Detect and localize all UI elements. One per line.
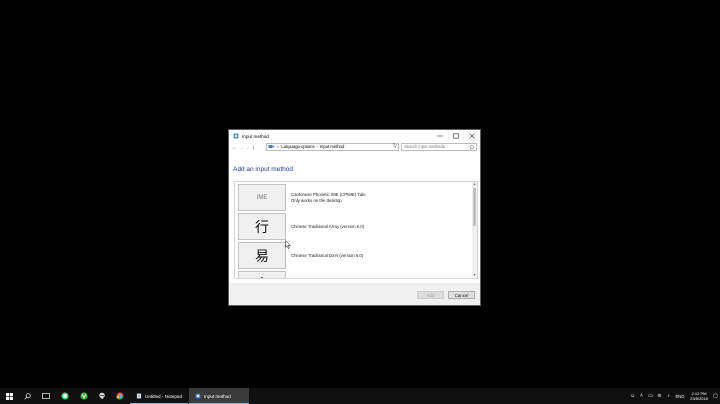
list-item[interactable]: 行 Chinese Traditional Array (version 6.0… [238,213,468,240]
up-button[interactable]: ↑ [250,144,257,151]
search-button[interactable] [18,388,36,404]
search-box[interactable] [401,143,477,151]
address-bar: ← → ⌄ ↑ « Language options › Input metho… [229,142,480,153]
taskbar-app-input-method[interactable]: Input method [189,388,249,404]
chevron-up-icon[interactable]: ˄ [637,388,646,404]
notification-icon[interactable]: ▢ [711,388,720,404]
ime-tile: IME [238,184,286,211]
control-panel-icon [195,393,201,399]
start-button[interactable] [0,388,18,404]
app-button[interactable] [93,388,111,404]
list-item[interactable]: 人 [238,271,468,278]
scroll-up-button[interactable]: ▲ [472,182,477,187]
taskbar: Untitled - Notepad Input method ☺ ˄ ▭ ≋ … [0,388,720,404]
input-method-list: IME Cantonese Phonetic IME (CPIME) Yale … [234,181,478,279]
breadcrumb-input-method[interactable]: Input method [320,144,344,149]
item-note: Only works on the desktop [291,197,342,203]
dayi-tile: 易 [238,242,286,269]
search-icon[interactable] [469,145,474,150]
refresh-button[interactable]: ↻ [391,143,399,149]
close-icon [469,133,475,139]
array-tile: 行 [238,213,286,240]
breadcrumb-language-options[interactable]: Language options [281,144,314,149]
list-item[interactable]: IME Cantonese Phonetic IME (CPIME) Yale … [238,184,468,211]
control-panel-icon [233,133,239,139]
window-title: Input method [242,133,269,139]
whatsapp-button[interactable] [56,388,74,404]
whatsapp-icon [61,392,69,400]
breadcrumb-separator: › [316,144,318,150]
language-indicator[interactable]: ENG [673,388,687,404]
dialog-footer: Add Cancel [229,283,480,305]
search-input[interactable] [404,144,464,150]
volume-icon[interactable]: ♪ [664,388,673,404]
scrollbar[interactable]: ▲ ▼ [472,182,477,278]
close-button[interactable] [464,130,480,142]
people-icon[interactable]: ☺ [628,388,637,404]
network-icon[interactable]: ≋ [655,388,664,404]
title-bar[interactable]: Input method [229,130,480,142]
taskbar-app-label: Untitled - Notepad [145,393,183,399]
list-item[interactable]: 易 Chinese Traditional DaYi (version 6.0) [238,242,468,269]
forward-button[interactable]: → [238,144,245,151]
minimize-button[interactable] [432,130,448,142]
maximize-icon [453,133,459,139]
clock[interactable]: 2:12 PM 23/8/2018 [687,391,711,401]
add-button[interactable]: Add [417,291,444,299]
minimize-icon [437,135,443,137]
mouse-cursor-icon [285,240,291,249]
taskbar-app-label: Input method [204,393,231,399]
system-tray: ☺ ˄ ▭ ≋ ♪ ENG 2:12 PM 23/8/2018 ▢ [628,388,720,404]
search-icon [23,392,31,400]
chrome-icon [116,392,124,400]
item-title: Chinese Traditional Array (version 6.0) [291,223,365,229]
input-method-window: Input method ← → ⌄ ↑ « Language options … [228,129,481,306]
control-panel-icon [268,145,275,149]
address-field[interactable]: « Language options › Input method ⌄ [266,143,399,151]
task-view-button[interactable] [37,388,55,404]
back-button[interactable]: ← [231,144,238,151]
page-title: Add an input method [233,166,293,173]
chrome-button[interactable] [111,388,129,404]
item-title: Cantonese Phonetic IME (CPIME) Yale [291,191,366,197]
windows-icon [5,392,13,400]
scroll-down-button[interactable]: ▼ [472,273,477,278]
cancel-button[interactable]: Cancel [448,291,475,299]
task-view-icon [42,393,50,399]
maximize-button[interactable] [448,130,464,142]
item-title: Chinese Traditional DaYi (version 6.0) [291,252,364,258]
green-app-icon [80,392,88,400]
notepad-icon [136,393,142,399]
app-button[interactable] [75,388,93,404]
taskbar-app-notepad[interactable]: Untitled - Notepad [130,388,188,404]
partial-tile: 人 [238,271,286,278]
breadcrumb-separator: « [277,144,280,150]
clock-date: 23/8/2018 [690,396,708,401]
scrollbar-thumb[interactable] [473,188,476,226]
battery-icon[interactable]: ▭ [646,388,655,404]
alien-icon [99,392,105,400]
